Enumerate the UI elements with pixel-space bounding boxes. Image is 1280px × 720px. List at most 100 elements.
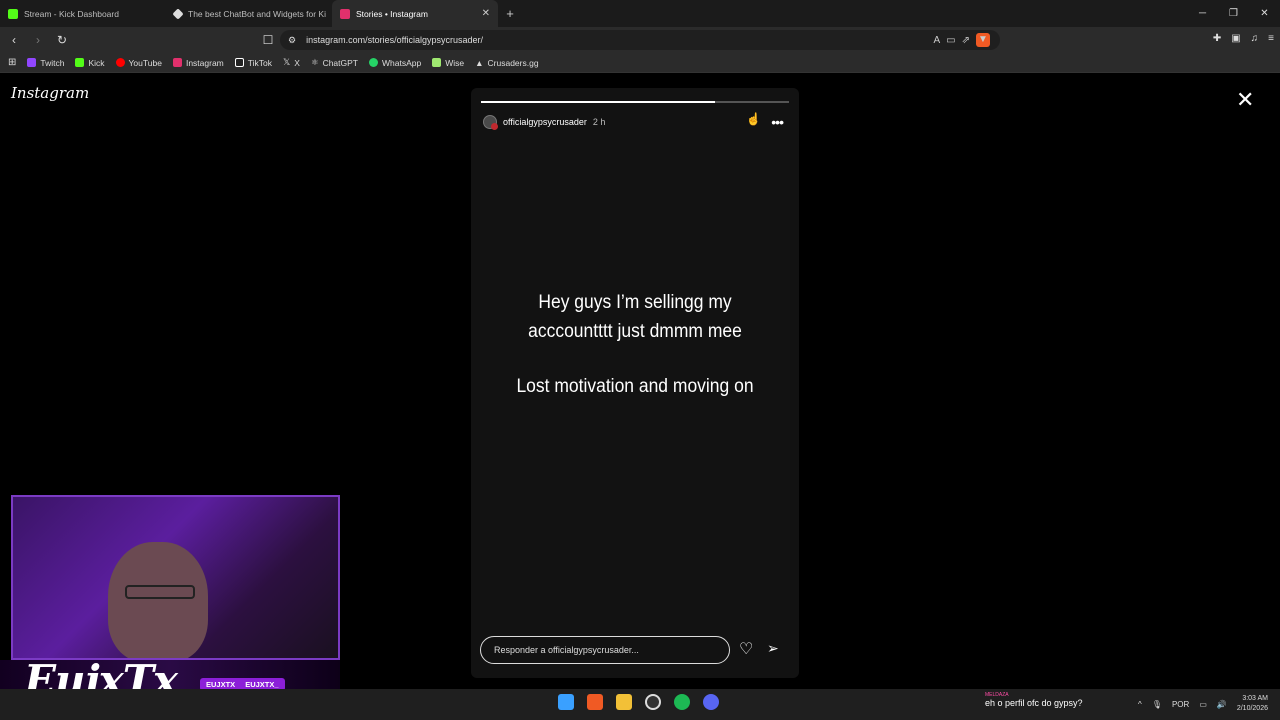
chevron-up-icon[interactable]: ^ xyxy=(1138,700,1142,709)
address-bar-actions: A ▭ ⇗ ▼ xyxy=(933,33,990,47)
tab-label: Stream - Kick Dashboard xyxy=(24,8,119,19)
bookmark-label: ChatGPT xyxy=(322,57,358,68)
cast-icon[interactable]: ▭ xyxy=(946,35,955,46)
bookmark-label: WhatsApp xyxy=(382,57,422,68)
clock-date: 2/10/2026 xyxy=(1236,705,1268,712)
story-viewer: officialgypsycrusader 2 h ☝ ••• Hey guys… xyxy=(471,88,799,678)
story-line-3: Lost motivation and moving on xyxy=(516,376,754,397)
back-icon[interactable]: ‹ xyxy=(4,33,24,47)
tab-chatbot[interactable]: The best ChatBot and Widgets for Ki xyxy=(166,0,332,27)
chatgpt-icon: ⚛ xyxy=(310,57,319,67)
language-indicator[interactable]: POR xyxy=(1172,700,1189,709)
bookmark-crusaders[interactable]: ▲ Crusaders.gg xyxy=(475,58,538,68)
notification-text: eh o perfil ofc do gypsy? xyxy=(985,698,1083,708)
bookmark-label: TikTok xyxy=(247,57,272,68)
kick-icon xyxy=(75,58,85,67)
chat-notification[interactable]: MELDAZA eh o perfil ofc do gypsy? xyxy=(985,692,1083,708)
bookmark-chatgpt[interactable]: ⚛ ChatGPT xyxy=(311,57,358,68)
heart-icon[interactable]: ♡ xyxy=(739,639,753,659)
wise-icon xyxy=(432,58,442,67)
story-time: 2 h xyxy=(592,117,606,127)
mouse-cursor-icon: ☝ xyxy=(746,112,761,126)
brave-shields-icon[interactable]: ▼ xyxy=(976,33,990,47)
forward-icon[interactable]: › xyxy=(28,33,48,47)
maximize-icon[interactable]: ❐ xyxy=(1218,0,1249,27)
bookmark-wise[interactable]: Wise xyxy=(432,58,464,68)
bookmark-x[interactable]: 𝕏X xyxy=(283,57,300,68)
avatar[interactable] xyxy=(483,115,498,130)
bookmark-label: YouTube xyxy=(128,57,162,68)
spotify-icon[interactable] xyxy=(674,694,690,710)
address-bar[interactable]: ⚙ instagram.com/stories/officialgypsycru… xyxy=(280,30,1000,50)
close-window-icon[interactable]: ✕ xyxy=(1249,0,1280,27)
story-text: Hey guys I’m sellingg my acccountttt jus… xyxy=(503,288,766,346)
site-info-icon[interactable]: ⚙ xyxy=(288,35,296,46)
extensions-icon[interactable]: ✚ xyxy=(1213,33,1221,44)
bookmark-whatsapp[interactable]: WhatsApp xyxy=(369,58,421,68)
nav-bar: ‹ › ↻ ☐ ⚙ instagram.com/stories/official… xyxy=(0,27,1280,53)
sidebar-icon[interactable]: ▣ xyxy=(1231,33,1240,44)
taskbar-apps xyxy=(558,694,719,710)
translate-icon[interactable]: A xyxy=(933,35,940,46)
bookmark-label: Instagram xyxy=(185,57,224,68)
window-controls: ─ ❐ ✕ xyxy=(1187,0,1280,27)
instagram-logo[interactable]: Instagram xyxy=(11,84,89,102)
story-line-1: Hey guys I’m sellingg my xyxy=(538,292,732,313)
tab-instagram-stories[interactable]: Stories • Instagram ✕ xyxy=(332,0,498,27)
new-tab-button[interactable]: + xyxy=(498,6,522,21)
reload-icon[interactable]: ↻ xyxy=(52,33,72,47)
webcam-overlay xyxy=(11,495,340,660)
social-tag-instagram: EUJXTX xyxy=(206,680,236,689)
bookmark-label: Kick xyxy=(88,57,105,68)
kick-icon xyxy=(8,8,18,19)
bookmark-instagram[interactable]: Instagram xyxy=(172,57,224,68)
clock-time: 3:03 AM xyxy=(1242,695,1268,702)
streamer-face xyxy=(108,542,208,658)
tab-label: The best ChatBot and Widgets for Ki xyxy=(188,8,326,19)
windows-start-icon[interactable] xyxy=(558,694,574,710)
twitch-icon xyxy=(27,58,37,67)
bookmark-label: Wise xyxy=(445,57,465,68)
story-header: officialgypsycrusader 2 h xyxy=(483,115,606,130)
instagram-icon xyxy=(172,58,182,67)
reply-input[interactable]: Responder a officialgypsycrusader... xyxy=(480,636,730,664)
media-icon[interactable]: ♫ xyxy=(1251,33,1259,44)
bookmark-twitch[interactable]: Twitch xyxy=(27,58,64,68)
bookmark-tiktok[interactable]: TikTok xyxy=(234,57,272,68)
discord-icon[interactable] xyxy=(703,694,719,710)
glasses xyxy=(125,585,195,599)
share-icon[interactable]: ⇗ xyxy=(962,35,970,46)
file-explorer-icon[interactable] xyxy=(616,694,632,710)
minimize-icon[interactable]: ─ xyxy=(1187,0,1218,27)
tab-label: Stories • Instagram xyxy=(356,8,428,19)
bookmark-label: Twitch xyxy=(40,57,65,68)
bookmark-icon[interactable]: ☐ xyxy=(258,33,278,47)
story-line-2: acccountttt just dmmm mee xyxy=(528,321,742,342)
menu-icon[interactable]: ≡ xyxy=(1268,33,1274,44)
crusaders-icon: ▲ xyxy=(475,57,484,68)
volume-icon[interactable]: 🔊 xyxy=(1217,700,1227,709)
close-stories-button[interactable]: ✕ xyxy=(1236,89,1254,111)
social-tag-twitch: EUJXTX_ xyxy=(245,680,279,689)
tab-kick-dashboard[interactable]: Stream - Kick Dashboard xyxy=(0,0,166,27)
network-icon[interactable]: ▭ xyxy=(1199,700,1207,709)
system-tray: ^ 🎙 POR ▭ 🔊 3:03 AM 2/10/2026 xyxy=(1138,694,1268,714)
youtube-icon xyxy=(115,58,125,67)
clock[interactable]: 3:03 AM 2/10/2026 xyxy=(1237,694,1268,714)
obs-icon[interactable] xyxy=(645,694,661,710)
bookmark-label: Crusaders.gg xyxy=(487,57,539,68)
diamond-icon xyxy=(172,7,184,20)
send-icon[interactable]: ➢ xyxy=(767,640,779,657)
bookmark-youtube[interactable]: YouTube xyxy=(115,57,162,68)
url-text: instagram.com/stories/officialgypsycrusa… xyxy=(306,35,483,45)
story-progress-fill xyxy=(481,101,716,103)
story-username[interactable]: officialgypsycrusader xyxy=(503,117,587,127)
x-icon: 𝕏 xyxy=(283,57,291,67)
close-tab-icon[interactable]: ✕ xyxy=(482,8,490,19)
apps-grid-icon[interactable]: ⊞ xyxy=(8,57,16,68)
story-progress-bar xyxy=(481,101,789,103)
bookmark-kick[interactable]: Kick xyxy=(75,57,105,68)
microphone-icon[interactable]: 🎙 xyxy=(1152,700,1162,709)
brave-icon[interactable] xyxy=(587,694,603,710)
more-options-icon[interactable]: ••• xyxy=(771,114,784,130)
